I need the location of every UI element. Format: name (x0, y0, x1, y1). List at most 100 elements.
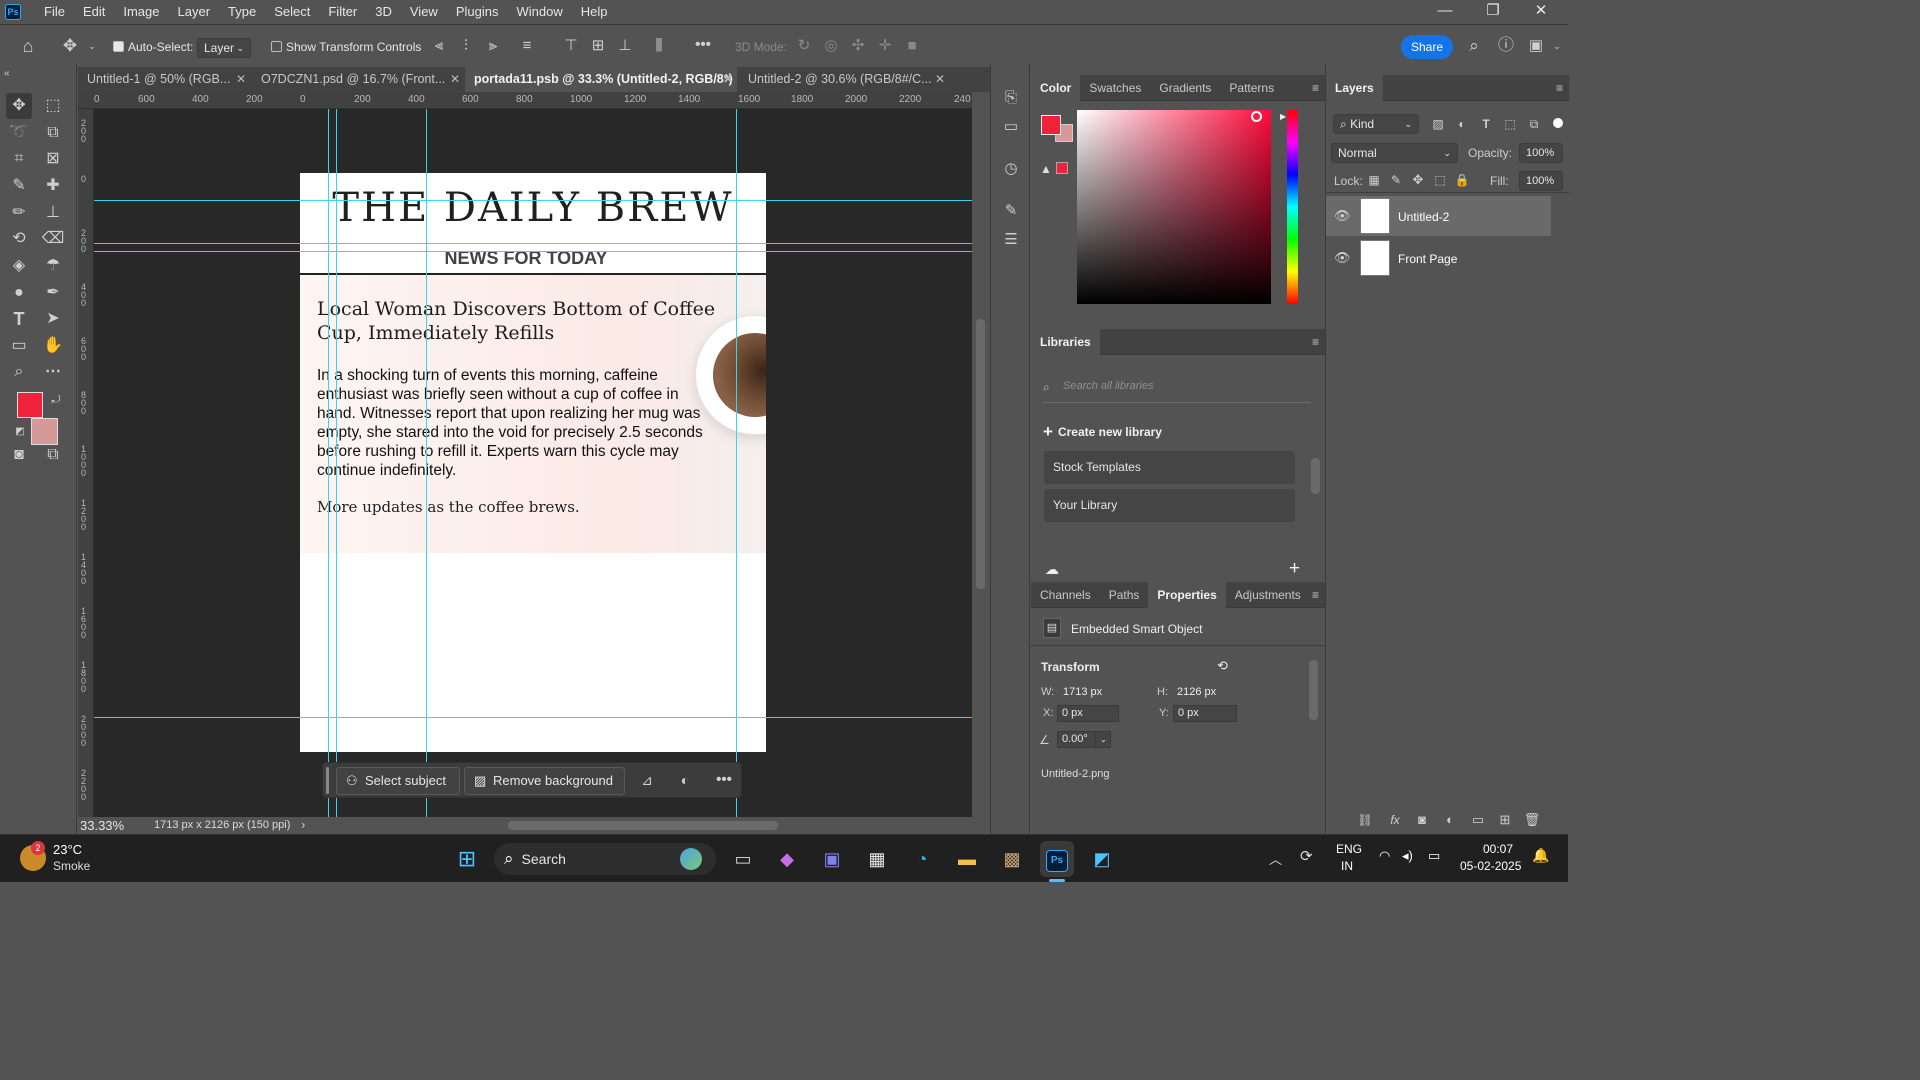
gamut-swatch[interactable] (1056, 162, 1068, 174)
brush-tool[interactable]: ✏ (6, 200, 32, 226)
taskbar-search-box[interactable]: ⌕ Search (494, 843, 716, 875)
lock-all-icon[interactable]: 🔒 (1454, 170, 1470, 190)
image-viewer-icon[interactable]: ▩ (996, 843, 1028, 875)
close-tab-icon[interactable]: ✕ (935, 67, 945, 91)
dodge-tool[interactable]: ● (6, 280, 32, 306)
align-left-icon[interactable]: ⫷ (430, 36, 448, 56)
tab-o7dczn1[interactable]: O7DCZN1.psd @ 16.7% (Front... ✕ (252, 67, 464, 92)
filter-pixel-icon[interactable]: ▨ (1430, 114, 1446, 134)
menu-select[interactable]: Select (265, 0, 319, 24)
paint-bucket-tool[interactable]: ◈ (6, 253, 32, 279)
brush-settings-icon[interactable]: ✎ (1001, 201, 1021, 221)
guide-vertical[interactable] (336, 109, 337, 817)
link-layers-icon[interactable]: ⛓ (1356, 810, 1374, 830)
stamp-tool[interactable]: ⊥ (40, 200, 66, 226)
reset-transform-icon[interactable]: ⟲ (1217, 658, 1228, 674)
library-item-stock-templates[interactable]: Stock Templates (1044, 451, 1295, 484)
crop-tool[interactable]: ⌗ (6, 146, 32, 172)
cloud-icon[interactable]: ☁ (1045, 561, 1059, 578)
home-icon[interactable]: ⌂ (16, 36, 40, 56)
menu-3d[interactable]: 3D (366, 0, 401, 24)
menu-help[interactable]: Help (572, 0, 617, 24)
weather-temp[interactable]: 23°C (53, 842, 82, 857)
volume-icon[interactable]: ◂) (1402, 848, 1413, 864)
panel-menu-icon[interactable]: ≡ (1556, 81, 1563, 95)
adjustment-icon[interactable]: ◐ (675, 770, 695, 790)
teams-icon[interactable]: ▣ (816, 843, 848, 875)
align-center-icon[interactable]: ⫶ (457, 36, 475, 56)
lock-position-icon[interactable]: ✥ (1410, 170, 1426, 190)
add-mask-icon[interactable]: ◙ (1413, 810, 1431, 830)
edit-toolbar-icon[interactable]: ⋯ (40, 359, 66, 385)
library-scroll-thumb[interactable] (1311, 458, 1320, 494)
panel-menu-icon[interactable]: ≡ (1312, 588, 1319, 602)
tab-untitled-2[interactable]: Untitled-2 @ 30.6% (RGB/8#/C... ✕ (739, 67, 949, 92)
guide-vertical[interactable] (736, 109, 737, 817)
vertical-scrollbar[interactable] (972, 109, 990, 817)
align-top-icon[interactable]: ⊤ (562, 36, 580, 56)
color-field[interactable] (1077, 110, 1271, 304)
tab-properties[interactable]: Properties (1148, 581, 1226, 608)
foreground-color-swatch[interactable] (17, 392, 43, 418)
layer-name[interactable]: Untitled-2 (1398, 210, 1449, 224)
scroll-thumb[interactable] (508, 821, 778, 830)
workspace-icon[interactable]: ▣ (1526, 36, 1546, 56)
frame-tool[interactable]: ⊠ (40, 146, 66, 172)
height-value[interactable]: 2126 px (1177, 686, 1216, 698)
angle-dropdown[interactable]: ⌄ (1095, 731, 1111, 748)
lock-artboard-icon[interactable]: ⬚ (1432, 170, 1448, 190)
fill-input[interactable]: 100% (1519, 171, 1563, 191)
collapse-icon[interactable]: « (4, 64, 10, 84)
restore-button[interactable]: ❐ (1470, 0, 1516, 24)
battery-icon[interactable]: ▭ (1428, 848, 1440, 864)
create-library-button[interactable]: + Create new library (1043, 422, 1162, 442)
article-footer[interactable]: More updates as the coffee brews. (317, 498, 717, 516)
color-picker-cursor[interactable] (1251, 111, 1262, 122)
photoshop-taskbar-icon[interactable]: Ps (1040, 841, 1074, 877)
search-icon[interactable]: ⌕ (1464, 36, 1484, 56)
more-options-icon[interactable]: ••• (692, 35, 714, 55)
blur-tool[interactable]: ☂ (40, 253, 66, 279)
close-tab-icon[interactable]: ✕ (236, 67, 246, 91)
masthead-title[interactable]: THE DAILY BREW (300, 185, 766, 231)
auto-select-target-dropdown[interactable]: Layer ⌄ (197, 38, 251, 58)
auto-select-checkbox[interactable] (113, 41, 124, 55)
panel-menu-icon[interactable]: ≡ (1312, 81, 1319, 95)
new-adjustment-icon[interactable]: ◐ (1441, 810, 1459, 830)
guide-vertical[interactable] (328, 109, 329, 817)
distribute-vertical-icon[interactable]: ⫼ (650, 36, 668, 56)
lasso-tool[interactable]: ➰ (6, 120, 32, 146)
clock-time[interactable]: 00:07 (1483, 842, 1513, 856)
blend-mode-dropdown[interactable]: Normal ⌄ (1331, 143, 1458, 163)
menu-file[interactable]: File (35, 0, 74, 24)
tab-color[interactable]: Color (1031, 74, 1081, 101)
horizontal-scrollbar[interactable] (318, 817, 972, 833)
tab-paths[interactable]: Paths (1100, 582, 1149, 608)
tray-chevron-icon[interactable]: ︿ (1269, 849, 1282, 868)
tab-portada11[interactable]: portada11.psb @ 33.3% (Untitled-2, RGB/8… (465, 67, 737, 92)
history-brush-tool[interactable]: ⟲ (6, 226, 32, 252)
remove-background-button[interactable]: ▨ Remove background (464, 767, 625, 795)
tab-swatches[interactable]: Swatches (1080, 75, 1150, 101)
swap-colors-icon[interactable]: ⤾ (49, 390, 63, 410)
document-page[interactable]: THE DAILY BREW NEWS FOR TODAY Local Woma… (300, 173, 766, 752)
task-view-icon[interactable]: ▭ (727, 843, 759, 875)
hand-tool[interactable]: ✋ (40, 333, 66, 359)
document-info[interactable]: 1713 px x 2126 px (150 ppi) (154, 819, 290, 831)
filter-shape-icon[interactable]: ⬚ (1502, 114, 1518, 134)
distribute-icon[interactable]: ≡ (518, 36, 536, 56)
close-tab-icon[interactable]: ✕ (450, 67, 460, 91)
vertical-ruler[interactable]: 200 0 200 400 600 800 1000 1200 1400 160… (78, 109, 94, 817)
type-tool[interactable]: T (6, 306, 32, 332)
path-select-tool[interactable]: ➤ (40, 306, 66, 332)
help-icon[interactable]: ⓘ (1496, 36, 1516, 56)
layer-effects-icon[interactable]: fx (1386, 810, 1404, 830)
scroll-thumb[interactable] (976, 319, 985, 589)
menu-window[interactable]: Window (507, 0, 571, 24)
weather-desc[interactable]: Smoke (53, 859, 90, 873)
edge-icon[interactable]: ◔ (906, 843, 938, 875)
windows-start-icon[interactable]: ⊞ (451, 843, 483, 875)
status-expand-icon[interactable]: › (301, 817, 305, 832)
minimize-button[interactable]: — (1422, 0, 1468, 24)
more-icon[interactable]: ••• (713, 770, 735, 790)
